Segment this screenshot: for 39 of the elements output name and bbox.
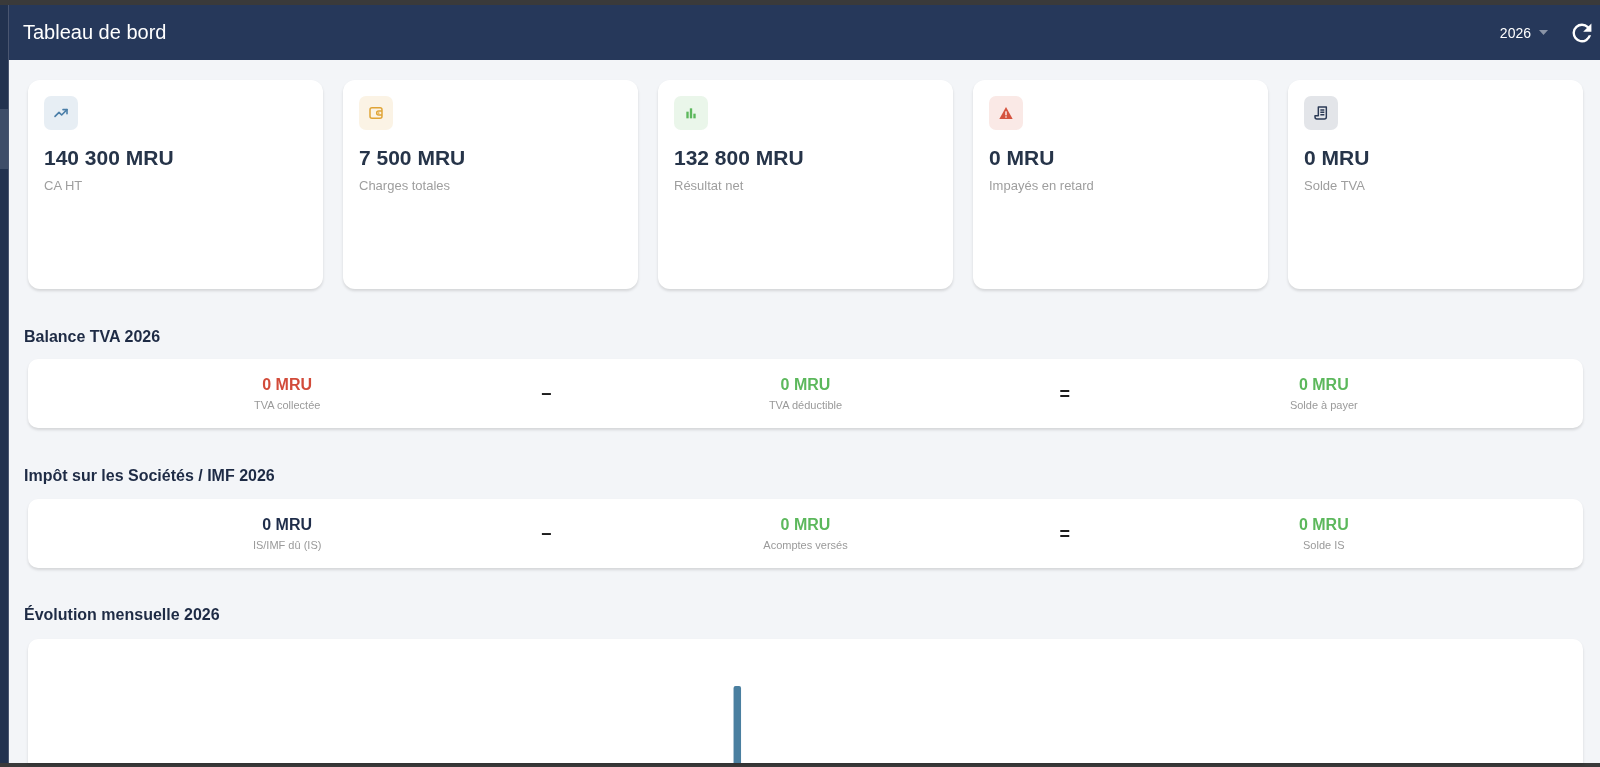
caret-icon: [1539, 30, 1548, 35]
amount-label: Solde IS: [1303, 538, 1345, 552]
kpi-label: CA HT: [44, 178, 84, 194]
amount-label: TVA collectée: [253, 398, 321, 412]
bar-chart-icon: [674, 96, 708, 130]
amount-value: 0 MRU: [1298, 515, 1349, 535]
section-title: Évolution mensuelle 2026: [24, 605, 221, 625]
amount-label: IS/IMF dû (IS): [252, 538, 322, 552]
refresh-button[interactable]: [1572, 22, 1592, 43]
trend-up-icon: [44, 96, 78, 130]
amount-label: TVA déductible: [768, 398, 843, 412]
kpi-value: 132 800 MRU: [674, 145, 805, 171]
wallet-icon: [359, 96, 393, 130]
operator-symbol: =: [1059, 383, 1070, 404]
amount-value: 0 MRU: [780, 515, 831, 535]
warning-icon: [989, 96, 1023, 130]
refresh-icon: [1572, 22, 1592, 43]
kpi-value: 140 300 MRU: [44, 145, 175, 171]
amount-value: 0 MRU: [780, 375, 831, 395]
kpi-label: Solde TVA: [1304, 178, 1366, 194]
kpi-value: 0 MRU: [1304, 145, 1371, 171]
page-title: Tableau de bord: [23, 21, 168, 44]
amount-label: Acomptes versés: [763, 538, 848, 552]
section-title: Balance TVA 2026: [24, 327, 162, 347]
year-select[interactable]: 2026: [1499, 18, 1548, 47]
kpi-label: Résultat net: [674, 178, 745, 194]
amount-label: Solde à payer: [1289, 398, 1358, 412]
operator-symbol: −: [541, 523, 552, 544]
kpi-label: Charges totales: [359, 178, 452, 194]
kpi-value: 7 500 MRU: [359, 145, 467, 171]
operator-symbol: −: [541, 383, 552, 404]
operator-symbol: =: [1059, 523, 1070, 544]
kpi-value: 0 MRU: [989, 145, 1056, 171]
section-title: Impôt sur les Sociétés / IMF 2026: [24, 466, 276, 486]
amount-value: 0 MRU: [1298, 375, 1349, 395]
receipt-icon: [1304, 96, 1338, 130]
kpi-label: Impayés en retard: [989, 178, 1095, 194]
amount-value: 0 MRU: [262, 375, 313, 395]
amount-value: 0 MRU: [262, 515, 313, 535]
